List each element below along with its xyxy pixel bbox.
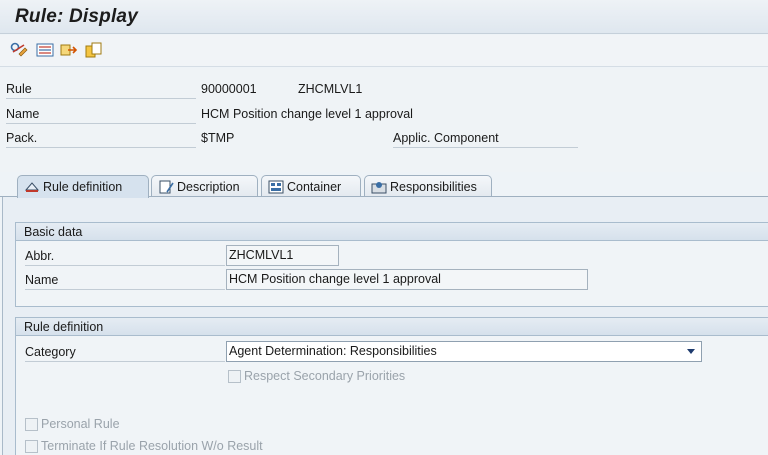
respect-secondary-checkbox[interactable]: Respect Secondary Priorities — [228, 369, 405, 383]
definition-icon — [36, 43, 54, 57]
tab-description[interactable]: Description — [151, 175, 258, 197]
terminate-label: Terminate If Rule Resolution W/o Result — [41, 439, 263, 453]
applic-component-underline — [393, 147, 578, 148]
respect-secondary-label: Respect Secondary Priorities — [244, 369, 406, 383]
checkbox-box[interactable] — [25, 439, 38, 453]
tab-content-rule-definition: Basic data Abbr. ZHCMLVL1 Name HCM Posit… — [2, 197, 768, 455]
copy-button[interactable] — [84, 41, 104, 59]
rule-number: 90000001 — [201, 82, 257, 96]
definition-button[interactable] — [35, 41, 55, 59]
copy-icon — [85, 42, 102, 58]
application-toolbar — [0, 35, 768, 67]
rule-label: Rule — [6, 82, 32, 96]
toggle-edit-icon — [10, 42, 28, 57]
container-icon — [268, 180, 284, 194]
title-bar: Rule: Display — [0, 0, 768, 34]
rule-label-underline — [6, 98, 196, 99]
basic-name-label-underline — [25, 289, 225, 290]
package-value: $TMP — [201, 131, 235, 145]
exit-button[interactable] — [59, 41, 79, 59]
tab-strip: Rule definition Description Container Re… — [0, 175, 768, 198]
name-label: Name — [6, 107, 40, 121]
responsibilities-icon — [371, 180, 387, 194]
basic-name-label: Name — [25, 273, 59, 287]
toggle-edit-button[interactable] — [9, 41, 29, 59]
tab-label: Responsibilities — [390, 179, 477, 194]
tab-responsibilities[interactable]: Responsibilities — [364, 175, 492, 197]
abbr-label: Abbr. — [25, 249, 55, 263]
description-icon — [158, 180, 174, 194]
personal-rule-checkbox[interactable]: Personal Rule — [25, 417, 120, 431]
category-label: Category — [25, 345, 76, 359]
tab-rule-definition[interactable]: Rule definition — [17, 175, 149, 198]
rule-definition-heading: Rule definition — [16, 318, 768, 336]
abbr-label-underline — [25, 265, 225, 266]
package-label-underline — [6, 147, 196, 148]
window-title: Rule: Display — [15, 6, 138, 27]
basic-name-field[interactable]: HCM Position change level 1 approval — [226, 269, 588, 290]
rule-name: HCM Position change level 1 approval — [201, 107, 413, 121]
category-label-underline — [25, 361, 225, 362]
tab-label: Description — [177, 179, 240, 194]
name-label-underline — [6, 123, 196, 124]
terminate-checkbox[interactable]: Terminate If Rule Resolution W/o Result — [25, 439, 263, 453]
tab-label: Rule definition — [43, 180, 123, 194]
rule-header: Rule 90000001 ZHCMLVL1 Name HCM Position… — [0, 68, 768, 172]
rule-definition-icon — [24, 180, 40, 194]
exit-icon — [60, 44, 78, 56]
basic-data-group: Basic data Abbr. ZHCMLVL1 Name HCM Posit… — [15, 222, 768, 307]
checkbox-box[interactable] — [25, 417, 38, 431]
basic-data-heading: Basic data — [16, 223, 768, 241]
tab-label: Container — [287, 179, 342, 194]
category-dropdown[interactable]: Agent Determination: Responsibilities — [226, 341, 702, 362]
category-value: Agent Determination: Responsibilities — [229, 344, 437, 358]
applic-component-label: Applic. Component — [393, 131, 499, 145]
personal-rule-label: Personal Rule — [41, 417, 120, 431]
checkbox-box[interactable] — [228, 369, 241, 383]
package-label: Pack. — [6, 131, 38, 145]
chevron-down-icon[interactable] — [687, 349, 695, 354]
rule-abbreviation: ZHCMLVL1 — [298, 82, 363, 96]
abbr-field[interactable]: ZHCMLVL1 — [226, 245, 339, 266]
rule-definition-group: Rule definition Category Agent Determina… — [15, 317, 768, 455]
tab-container[interactable]: Container — [261, 175, 361, 197]
